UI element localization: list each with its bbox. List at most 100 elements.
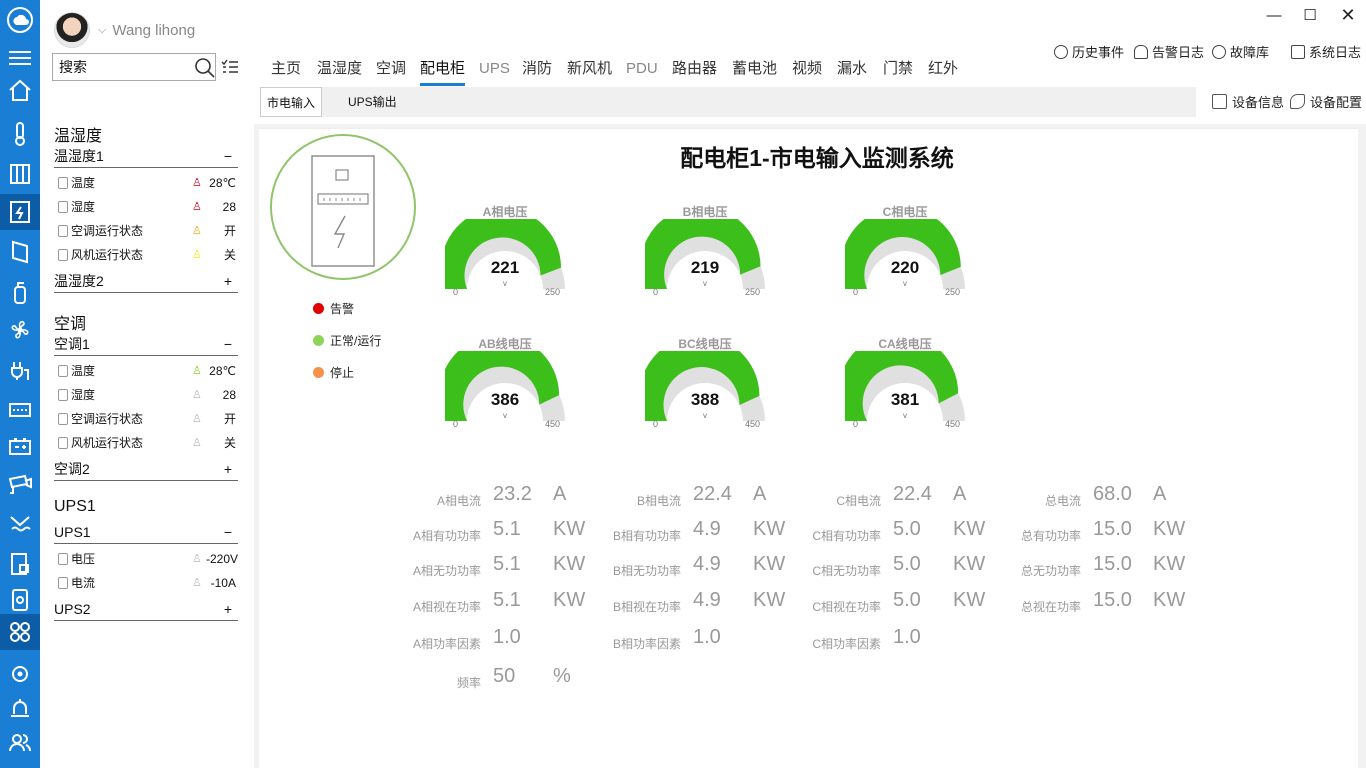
filter-list-icon[interactable]	[221, 59, 239, 80]
collapse-icon[interactable]: −	[224, 146, 232, 166]
collapse-icon[interactable]: −	[224, 334, 232, 354]
fault-library-button[interactable]: 故障库	[1212, 42, 1269, 61]
expand-icon[interactable]: +	[224, 459, 232, 479]
sensor-row[interactable]: 风机运行状态 ♙ 关	[54, 431, 238, 455]
tab-12[interactable]: 门禁	[883, 58, 913, 86]
power-cabinet-icon[interactable]	[0, 194, 40, 230]
sensor-row[interactable]: 湿度 ♙ 28	[54, 383, 238, 407]
metric-cell: C相功率因素 1.0	[659, 626, 983, 654]
metric-cell: 总电流 68.0 A	[859, 483, 1183, 511]
infrared-icon[interactable]	[0, 584, 40, 616]
alarm-bell-icon: ♙	[192, 249, 202, 261]
current-icon	[58, 577, 68, 589]
avatar[interactable]	[54, 12, 90, 48]
tab-6[interactable]: 新风机	[567, 58, 612, 86]
device-info-button[interactable]: 设备信息	[1212, 92, 1284, 111]
sensor-row[interactable]: 温度 ♙ 28℃	[54, 171, 238, 195]
sensor-row[interactable]: 电压 ♙ -220V	[54, 547, 238, 571]
sensor-value: 关	[223, 248, 236, 262]
fire-extinguisher-icon[interactable]	[0, 276, 40, 308]
history-events-button[interactable]: 历史事件	[1054, 42, 1124, 61]
tab-2[interactable]: 空调	[376, 58, 406, 86]
user-menu[interactable]: ⌵ Wang lihong	[54, 12, 195, 48]
metric-label: 频率	[456, 676, 481, 690]
water-leak-icon[interactable]	[0, 508, 40, 540]
tab-10[interactable]: 视频	[792, 58, 822, 86]
minimize-button[interactable]: —	[1256, 0, 1292, 30]
tab-4[interactable]: UPS	[479, 58, 510, 86]
tab-5[interactable]: 消防	[522, 58, 552, 86]
subtab-mains-input[interactable]: 市电输入	[260, 87, 323, 117]
sensor-row[interactable]: 电流 ♙ -10A	[54, 571, 238, 595]
sensor-value: -10A	[210, 576, 236, 590]
search-icon[interactable]	[194, 57, 216, 84]
tab-13[interactable]: 红外	[928, 58, 958, 86]
alarm-icon[interactable]	[0, 692, 40, 724]
tab-9[interactable]: 蓄电池	[732, 58, 777, 86]
tab-0[interactable]: 主页	[271, 58, 301, 86]
sensor-value: -220V	[206, 552, 239, 566]
search-input[interactable]: 搜索	[52, 53, 216, 81]
alarm-bell-icon: ♙	[192, 201, 202, 213]
maximize-button[interactable]: ☐	[1292, 0, 1328, 30]
settings-icon[interactable]	[0, 658, 40, 690]
gauge-min: 0	[653, 419, 659, 429]
plug-icon[interactable]	[0, 354, 40, 386]
device-config-button[interactable]: 设备配置	[1290, 92, 1362, 111]
subtab-bar: 市电输入 UPS输出	[260, 87, 1196, 117]
device-group[interactable]: UPS1 −	[54, 522, 238, 544]
device-group[interactable]: 温湿度1 −	[54, 146, 238, 168]
alarm-bell-icon: ♙	[192, 553, 202, 565]
door-icon[interactable]	[0, 236, 40, 268]
gauge-label: C相电压	[882, 205, 928, 219]
sensor-row[interactable]: 空调运行状态 ♙ 开	[54, 407, 238, 431]
tab-7[interactable]: PDU	[626, 58, 658, 86]
device-group[interactable]: 温湿度2 +	[54, 271, 238, 293]
device-group[interactable]: 空调1 −	[54, 334, 238, 356]
device-info-label: 设备信息	[1232, 95, 1285, 110]
menu-icon[interactable]	[0, 42, 40, 74]
battery-icon[interactable]	[0, 430, 40, 462]
tab-1[interactable]: 温湿度	[317, 58, 362, 86]
alarm-log-button[interactable]: 告警日志	[1134, 42, 1204, 61]
system-log-button[interactable]: 系统日志	[1291, 42, 1361, 61]
expand-icon[interactable]: +	[224, 271, 232, 291]
thermometer-icon[interactable]	[0, 118, 40, 150]
home-icon[interactable]	[0, 74, 40, 106]
metric-value: 15.0	[1093, 589, 1132, 611]
system-log-label: 系统日志	[1309, 45, 1362, 60]
sensor-row[interactable]: 湿度 ♙ 28	[54, 195, 238, 219]
sensor-row[interactable]: 风机运行状态 ♙ 关	[54, 243, 238, 267]
metric-value: 1.0	[893, 626, 921, 648]
device-group[interactable]: UPS2 +	[54, 599, 238, 621]
close-button[interactable]: ✕	[1330, 0, 1366, 30]
fan-icon[interactable]	[0, 314, 40, 346]
sensor-row[interactable]: 空调运行状态 ♙ 开	[54, 219, 238, 243]
clock-icon	[1054, 44, 1068, 59]
tab-8[interactable]: 路由器	[672, 58, 717, 86]
collapse-icon[interactable]: −	[224, 522, 232, 542]
access-control-icon[interactable]	[0, 548, 40, 580]
chevron-down-icon[interactable]: ⌵	[98, 24, 106, 37]
expand-icon[interactable]: +	[224, 599, 232, 619]
subtab-ups-output[interactable]: UPS输出	[342, 87, 403, 117]
camera-icon[interactable]	[0, 468, 40, 500]
device-group-label: 空调1	[54, 336, 90, 352]
gauge-label: AB线电压	[478, 337, 532, 351]
cabinet-icon[interactable]	[0, 158, 40, 190]
sensor-label: 温度	[71, 176, 96, 190]
metric-cell: 总视在功率 15.0 KW	[859, 589, 1185, 617]
sensor-value: 开	[223, 412, 236, 426]
metric-cell: 频率 50%	[259, 665, 583, 693]
edit-icon	[1212, 94, 1227, 109]
users-icon[interactable]	[0, 726, 40, 758]
tab-3[interactable]: 配电柜	[420, 58, 466, 86]
tab-11[interactable]: 漏水	[837, 58, 867, 86]
metric-label: 总视在功率	[1020, 600, 1081, 614]
sensor-row[interactable]: 温度 ♙ 28℃	[54, 359, 238, 383]
router-icon[interactable]	[0, 394, 40, 426]
gauge-min: 0	[653, 287, 659, 297]
device-group-label: 温湿度1	[54, 148, 104, 164]
device-group[interactable]: 空调2 +	[54, 459, 238, 481]
apps-grid-icon[interactable]	[0, 614, 40, 650]
